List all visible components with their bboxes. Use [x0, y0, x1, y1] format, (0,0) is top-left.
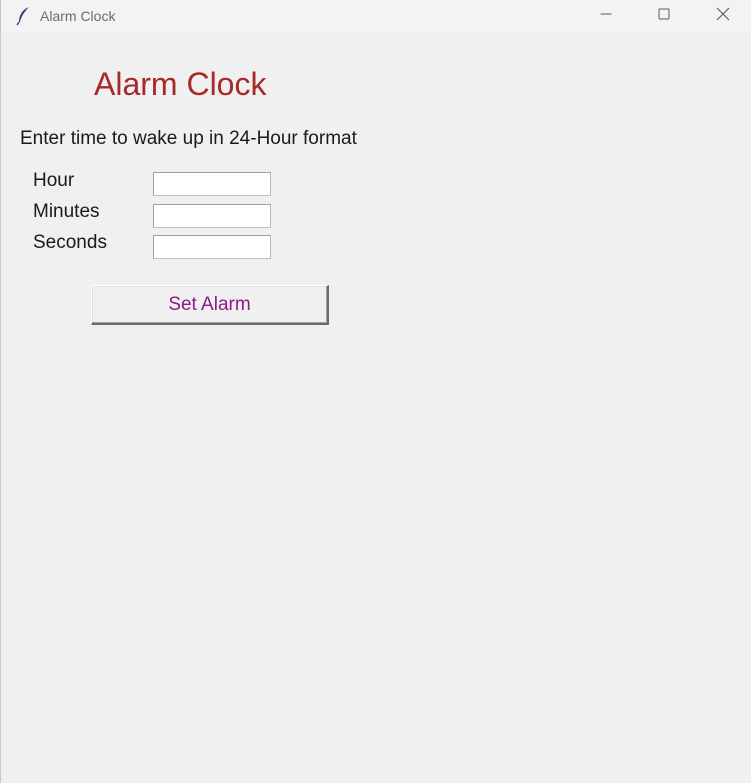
maximize-button[interactable] — [635, 0, 693, 32]
window-title: Alarm Clock — [40, 8, 116, 24]
set-alarm-button[interactable]: Set Alarm — [91, 285, 329, 325]
maximize-icon — [658, 7, 670, 25]
main-content: Alarm Clock Enter time to wake up in 24-… — [1, 32, 751, 783]
instruction-text: Enter time to wake up in 24-Hour format — [20, 128, 357, 149]
hour-input[interactable] — [153, 172, 271, 196]
minimize-button[interactable] — [577, 0, 635, 32]
close-button[interactable] — [694, 0, 751, 32]
minutes-label: Minutes — [33, 201, 100, 222]
seconds-label: Seconds — [33, 232, 107, 253]
seconds-input[interactable] — [153, 235, 271, 259]
feather-icon — [16, 6, 32, 26]
page-title: Alarm Clock — [94, 66, 267, 102]
minimize-icon — [600, 7, 612, 25]
title-bar[interactable]: Alarm Clock — [1, 0, 751, 32]
hour-label: Hour — [33, 170, 75, 191]
close-icon — [716, 7, 730, 26]
app-window: Alarm Clock Alarm Clock Enter time to wa… — [0, 0, 751, 783]
minutes-input[interactable] — [153, 204, 271, 228]
